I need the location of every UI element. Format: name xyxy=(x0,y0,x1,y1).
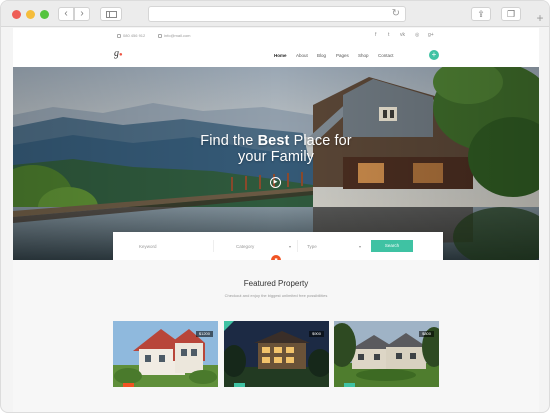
tabs-overview-button[interactable]: ❐ xyxy=(501,7,521,21)
chevron-left-icon: ‹ xyxy=(64,8,68,19)
top-contact-bar: 080 456 912 info@mail.com f t vk ◎ g+ xyxy=(13,28,539,42)
field-divider xyxy=(297,240,298,252)
plus-icon: + xyxy=(431,50,437,59)
price-tag: $900 xyxy=(309,331,324,337)
hero-headline-post: Place for xyxy=(289,133,352,149)
play-icon: ▶ xyxy=(273,179,278,185)
back-button[interactable]: ‹ xyxy=(58,7,74,21)
sidebar-icon xyxy=(106,11,117,18)
zoom-window-button[interactable] xyxy=(40,10,49,19)
instagram-icon[interactable]: ◎ xyxy=(415,32,419,38)
keyword-input[interactable]: Keyword xyxy=(139,244,157,249)
email-address: info@mail.com xyxy=(164,33,191,38)
nav-pages[interactable]: Pages xyxy=(336,53,349,58)
address-bar[interactable]: ↻ xyxy=(148,6,406,22)
mail-icon xyxy=(158,34,162,38)
add-listing-button[interactable]: + xyxy=(429,50,439,60)
featured-flag xyxy=(224,321,234,331)
site-logo[interactable]: g● xyxy=(114,48,123,59)
phone-number: 080 456 912 xyxy=(123,33,146,38)
play-video-button[interactable]: ▶ xyxy=(270,177,281,188)
new-tab-button[interactable]: + xyxy=(533,11,547,25)
search-button[interactable]: Search xyxy=(371,240,413,252)
price-tag: $1200 xyxy=(195,331,213,337)
vk-icon[interactable]: vk xyxy=(400,32,405,38)
section-subtitle: Checkout and enjoy the biggest unlimited… xyxy=(224,293,328,298)
hero-headline-line-2: your Family xyxy=(237,149,315,165)
site-header: g● Home About Blog Pages Shop Contact + xyxy=(13,42,539,67)
share-icon: ⇪ xyxy=(477,9,485,19)
status-badge xyxy=(123,383,134,387)
nav-contact[interactable]: Contact xyxy=(378,53,394,58)
field-divider xyxy=(213,240,214,252)
price-tag: $800 xyxy=(419,331,434,337)
chevron-right-icon: › xyxy=(80,8,84,19)
twitter-icon[interactable]: t xyxy=(388,32,389,38)
browser-window: ‹ › ↻ ⇪ ❐ + 080 456 912 info@mail.com f … xyxy=(0,0,550,413)
property-card[interactable]: $800 xyxy=(334,321,439,387)
hero-headline-line-1: Find the Best Place for xyxy=(13,133,539,149)
type-select[interactable]: Type xyxy=(307,244,317,249)
facebook-icon[interactable]: f xyxy=(375,32,376,38)
chevron-down-icon: ▾ xyxy=(359,244,362,249)
logo-mark: ● xyxy=(119,52,123,58)
nav-shop[interactable]: Shop xyxy=(358,53,369,58)
status-badge xyxy=(234,383,245,387)
category-select[interactable]: Category xyxy=(236,244,254,249)
status-badge xyxy=(344,383,355,387)
sidebar-toggle-button[interactable] xyxy=(100,7,122,21)
property-card[interactable]: $900 xyxy=(224,321,329,387)
email-contact[interactable]: info@mail.com xyxy=(158,33,191,38)
browser-toolbar: ‹ › ↻ ⇪ ❐ + xyxy=(1,1,549,27)
tabs-icon: ❐ xyxy=(506,9,516,19)
forward-button[interactable]: › xyxy=(74,7,90,21)
property-card[interactable]: $1200 xyxy=(113,321,218,387)
nav-blog[interactable]: Blog xyxy=(317,53,326,58)
nav-home[interactable]: Home xyxy=(274,53,287,58)
close-window-button[interactable] xyxy=(12,10,21,19)
reload-icon[interactable]: ↻ xyxy=(392,8,400,19)
share-button[interactable]: ⇪ xyxy=(471,7,491,21)
chevron-down-icon: ▾ xyxy=(289,244,292,249)
google-plus-icon[interactable]: g+ xyxy=(428,32,434,38)
web-page: 080 456 912 info@mail.com f t vk ◎ g+ g●… xyxy=(13,28,539,412)
section-title: Featured Property xyxy=(243,279,309,288)
phone-icon xyxy=(117,34,121,38)
sidebar-divider xyxy=(109,11,110,18)
nav-about[interactable]: About xyxy=(296,53,308,58)
plus-icon: + xyxy=(536,11,544,25)
featured-property-section: Featured Property Checkout and enjoy the… xyxy=(13,260,539,412)
hero-headline-bold: Best xyxy=(257,133,290,149)
phone-contact: 080 456 912 xyxy=(117,33,145,38)
hero-headline-pre: Find the xyxy=(200,133,258,149)
minimize-window-button[interactable] xyxy=(26,10,35,19)
